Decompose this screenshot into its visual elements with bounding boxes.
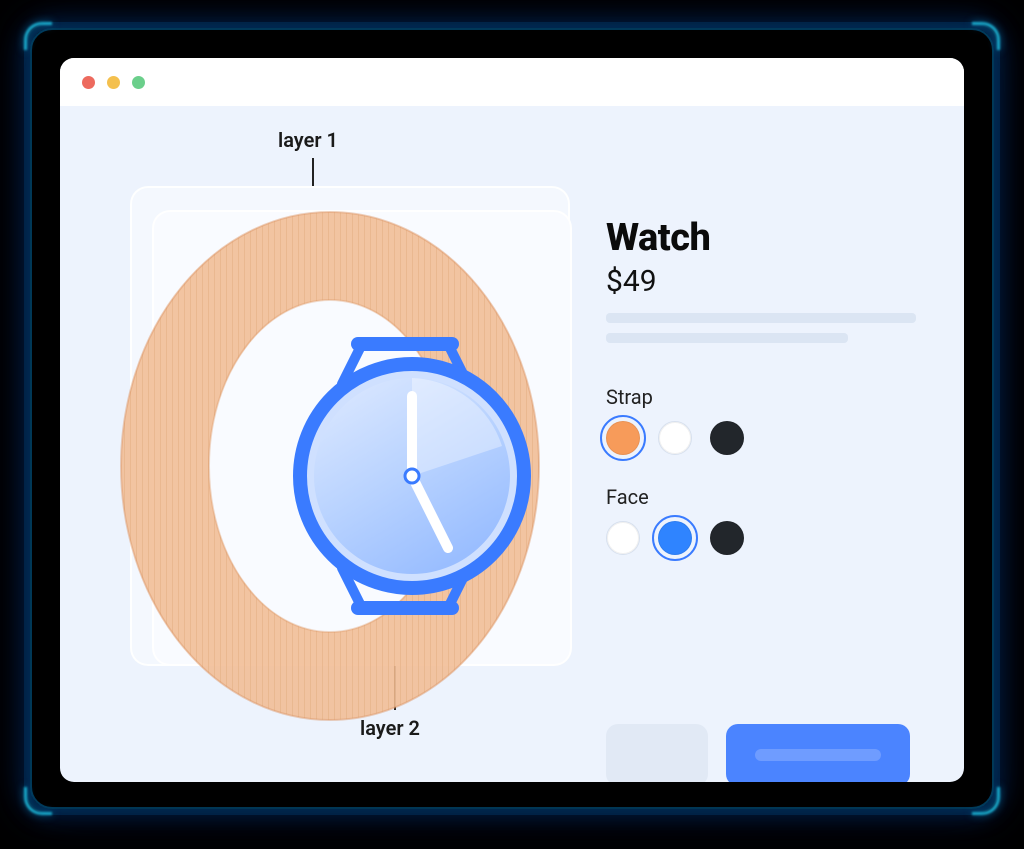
swatch-strap-black[interactable] [710, 421, 744, 455]
minimize-icon[interactable] [107, 76, 120, 89]
product-details: Watch $49 Strap Face [606, 216, 916, 555]
close-icon[interactable] [82, 76, 95, 89]
annotation-layer-2: layer 2 [360, 716, 420, 740]
option-label: Strap [606, 385, 916, 409]
swatch-face-white[interactable] [606, 521, 640, 555]
window-titlebar [60, 58, 964, 106]
description-skeleton [606, 333, 848, 343]
glow-corner [972, 22, 1000, 50]
glow-corner [24, 22, 52, 50]
window-content: layer 1 layer 2 [60, 106, 964, 782]
app-window: layer 1 layer 2 [60, 58, 964, 782]
swatch-strap-orange[interactable] [606, 421, 640, 455]
option-group-strap: Strap [606, 385, 916, 455]
option-label: Face [606, 485, 916, 509]
product-price: $49 [606, 264, 916, 299]
quantity-stepper[interactable] [606, 724, 708, 782]
maximize-icon[interactable] [132, 76, 145, 89]
swatch-face-black[interactable] [710, 521, 744, 555]
option-group-face: Face [606, 485, 916, 555]
swatch-strap-white[interactable] [658, 421, 692, 455]
add-to-cart-button[interactable] [726, 724, 910, 782]
watch-hands-pin [405, 469, 419, 483]
glow-corner [972, 787, 1000, 815]
description-skeleton [606, 313, 916, 323]
annotation-layer-1: layer 1 [278, 128, 338, 152]
button-label-skeleton [755, 749, 881, 761]
swatch-face-blue[interactable] [658, 521, 692, 555]
product-title: Watch [606, 216, 916, 260]
glow-corner [24, 787, 52, 815]
product-illustration [130, 196, 580, 686]
